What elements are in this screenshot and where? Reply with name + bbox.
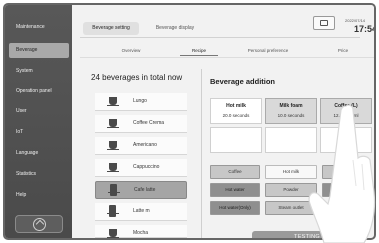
home-icon (33, 218, 46, 231)
option-hot-water-only[interactable]: Hot water(Only) (210, 201, 260, 215)
home-button[interactable] (15, 215, 63, 233)
cup-icon (107, 141, 119, 150)
time-display: 17:54 (354, 24, 376, 34)
beverage-item-cafe-latte[interactable]: Cafe latte (95, 181, 187, 199)
subtab-recipe[interactable]: Recipe (180, 46, 218, 56)
cup-icon (107, 229, 119, 238)
beverage-item-mocha[interactable]: Mocha (95, 225, 187, 238)
option-hot-water[interactable]: Hot water (210, 183, 260, 197)
cup-icon (107, 97, 119, 106)
tab-divider (80, 37, 360, 38)
beverage-count-title: 24 beverages in total now (91, 73, 183, 82)
sidebar-item-operation-panel[interactable]: Operation panel (5, 84, 72, 99)
tab-beverage-setting[interactable]: Beverage setting (83, 22, 139, 35)
beverage-item-cappuccino[interactable]: Cappuccino (95, 159, 187, 177)
sidebar: Maintenance Beverage System Operation pa… (5, 5, 72, 238)
beverage-item-latte-m[interactable]: Latte m (95, 203, 187, 221)
sidebar-item-iot[interactable]: IoT (5, 125, 72, 140)
cup-icon (107, 163, 119, 172)
beverage-label: Coffee Crema (133, 120, 165, 126)
subtab-divider (80, 57, 374, 58)
step-name: Hot milk (226, 103, 246, 109)
sidebar-item-maintenance[interactable]: Maintenance (5, 20, 72, 35)
date-display: 2022/07/14 (345, 18, 366, 23)
addition-title: Beverage addition (210, 77, 276, 86)
beverage-item-lungo[interactable]: Lungo (95, 93, 187, 111)
beverage-item-coffee-crema[interactable]: Coffee Crema (95, 115, 187, 133)
beverage-label: Lungo (133, 98, 147, 104)
beverage-label: Mocha (133, 230, 149, 236)
sidebar-item-beverage[interactable]: Beverage (9, 43, 69, 58)
sidebar-item-system[interactable]: System (5, 64, 72, 79)
addition-step-hot-milk[interactable]: Hot milk 20.0 seconds (210, 98, 262, 124)
subtab-price[interactable]: Price (323, 46, 363, 56)
glass-icon (107, 205, 119, 217)
option-coffee[interactable]: Coffee (210, 165, 260, 179)
subtab-overview[interactable]: Overview (101, 46, 161, 56)
return-icon (320, 20, 328, 26)
step-value: 20.0 seconds (222, 113, 250, 118)
beverage-item-americano[interactable]: Americano (95, 137, 187, 155)
header: Beverage setting Beverage display 2022/0… (72, 5, 376, 43)
sidebar-item-statistics[interactable]: Statistics (5, 167, 72, 182)
cup-icon (107, 119, 119, 128)
tab-beverage-display[interactable]: Beverage display (144, 22, 206, 35)
sidebar-item-user[interactable]: User (5, 104, 72, 119)
back-button[interactable] (313, 16, 335, 30)
sidebar-item-help[interactable]: Help (5, 188, 72, 203)
beverage-label: Americano (133, 142, 157, 148)
sidebar-item-language[interactable]: Language (5, 146, 72, 161)
beverage-label: Cafe latte (134, 187, 156, 193)
beverage-label: Cappuccino (133, 164, 160, 170)
pointing-hand-icon (308, 104, 376, 243)
addition-slot-empty[interactable] (210, 127, 262, 153)
beverage-label: Latte m (133, 208, 150, 214)
glass-icon (108, 184, 120, 196)
panel-divider (201, 69, 202, 238)
subtab-personal-preference[interactable]: Personal preference (229, 46, 307, 56)
